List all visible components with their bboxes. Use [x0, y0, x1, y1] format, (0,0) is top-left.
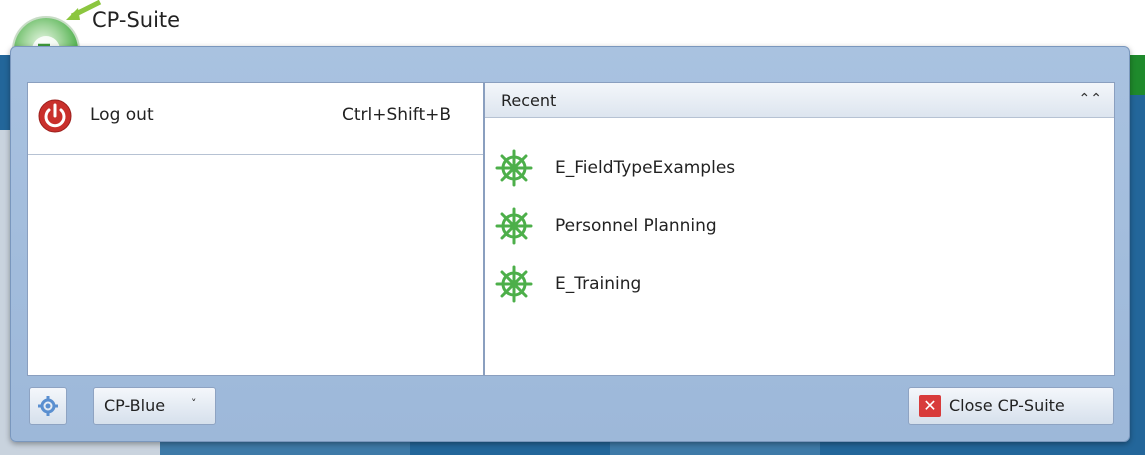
ship-wheel-icon	[495, 265, 533, 303]
ship-wheel-icon	[495, 207, 533, 245]
logout-label: Log out	[90, 105, 154, 125]
recent-header: Recent ⌃⌃	[485, 83, 1114, 118]
logout-menu-item[interactable]: Log out Ctrl+Shift+B	[28, 83, 483, 155]
close-app-button[interactable]: ✕ Close CP-Suite	[908, 387, 1114, 425]
app-title: CP-Suite	[92, 8, 181, 32]
ship-wheel-icon	[495, 149, 533, 187]
recent-item-label: E_Training	[555, 274, 642, 294]
recent-item[interactable]: Personnel Planning	[495, 207, 895, 247]
chevron-down-icon: ˅	[191, 397, 197, 410]
recent-title: Recent	[501, 91, 557, 110]
recent-item[interactable]: E_Training	[495, 265, 895, 305]
logout-shortcut: Ctrl+Shift+B	[342, 105, 452, 125]
gear-icon	[38, 396, 58, 416]
recent-item-label: Personnel Planning	[555, 216, 717, 236]
collapse-icon[interactable]: ⌃⌃	[1079, 91, 1102, 107]
recent-item-label: E_FieldTypeExamples	[555, 158, 736, 178]
theme-select[interactable]: CP-Blue ˅	[93, 387, 216, 425]
recent-item[interactable]: E_FieldTypeExamples	[495, 149, 895, 189]
recent-pane: Recent ⌃⌃ E_FieldTypeExamples Personnel …	[484, 82, 1115, 376]
settings-button[interactable]	[29, 387, 67, 425]
menu-commands-pane: Log out Ctrl+Shift+B	[27, 82, 484, 376]
theme-select-value: CP-Blue	[104, 396, 166, 415]
close-icon: ✕	[919, 395, 941, 417]
close-app-label: Close CP-Suite	[949, 396, 1065, 415]
power-icon	[38, 99, 72, 133]
